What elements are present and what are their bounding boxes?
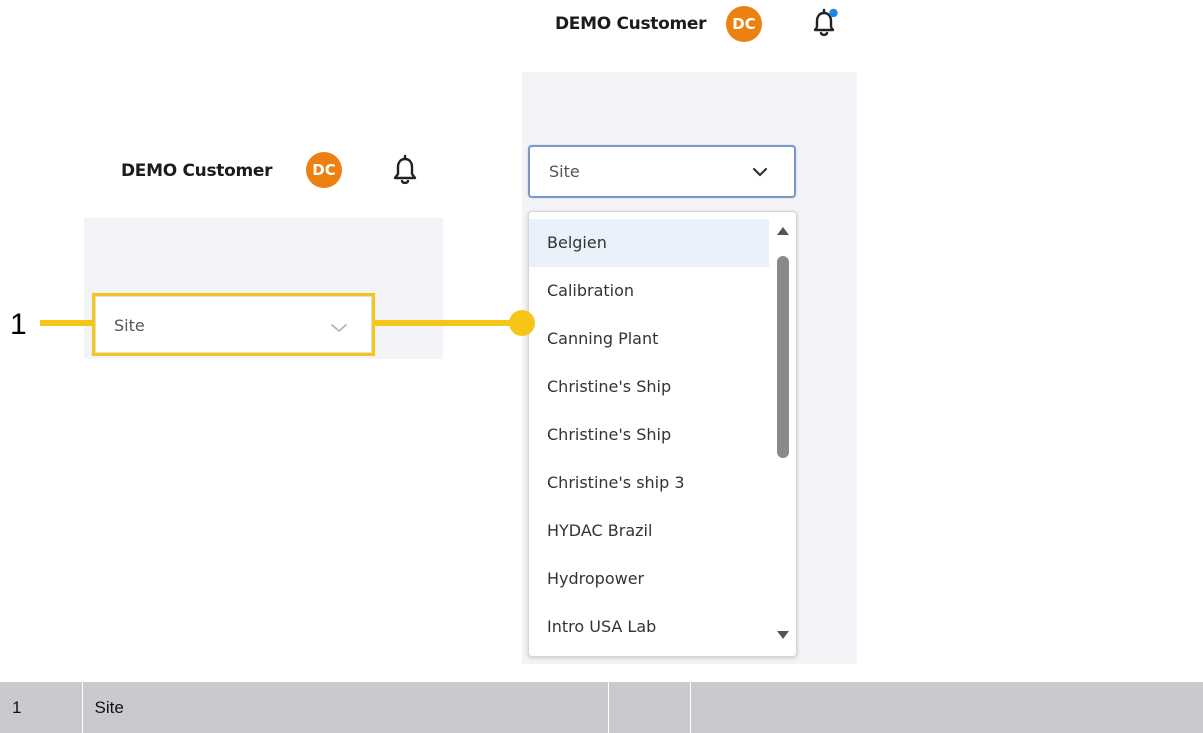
chevron-down-icon: [331, 324, 347, 332]
avatar[interactable]: DC: [726, 6, 762, 42]
callout-dot: [509, 310, 535, 336]
legend-cell: [608, 682, 691, 733]
dropdown-option[interactable]: Christine's Ship: [529, 411, 769, 459]
bell-icon: [393, 154, 417, 185]
legend-number: 1: [0, 682, 83, 733]
site-select-label: Site: [114, 316, 145, 335]
dropdown-option[interactable]: Belgien: [529, 219, 769, 267]
site-select-label: Site: [549, 162, 580, 181]
scrollbar[interactable]: [770, 212, 796, 656]
scrollbar-thumb[interactable]: [777, 256, 789, 458]
dropdown-option[interactable]: Hydropower: [529, 555, 769, 603]
notification-dot: [829, 8, 838, 18]
avatar[interactable]: DC: [306, 152, 342, 188]
callout-number: 1: [10, 308, 27, 341]
notification-button[interactable]: [809, 6, 839, 42]
dropdown-option[interactable]: Calibration: [529, 267, 769, 315]
dropdown-option[interactable]: Christine's Ship: [529, 363, 769, 411]
user-name: DEMO Customer: [555, 14, 707, 34]
legend-row: 1 Site: [0, 682, 1203, 733]
legend-label: Site: [82, 682, 609, 733]
site-select[interactable]: Site: [92, 293, 375, 356]
triangle-up-icon[interactable]: [776, 226, 790, 236]
dropdown-option[interactable]: Christine's ship 3: [529, 459, 769, 507]
notification-button[interactable]: [390, 150, 420, 188]
legend-table: 1 Site: [0, 682, 1203, 733]
bell-icon: [813, 8, 838, 37]
site-select-expanded[interactable]: Site: [528, 145, 796, 198]
dropdown-option[interactable]: Canning Plant: [529, 315, 769, 363]
site-dropdown-list[interactable]: Belgien Calibration Canning Plant Christ…: [528, 211, 797, 657]
triangle-down-icon[interactable]: [776, 630, 790, 640]
callout-line-right: [375, 320, 525, 326]
user-name: DEMO Customer: [121, 161, 273, 181]
dropdown-option[interactable]: HYDAC Brazil: [529, 507, 769, 555]
dropdown-option[interactable]: Intro USA Lab: [529, 603, 769, 651]
callout-line-left: [40, 320, 95, 326]
chevron-down-icon: [752, 167, 768, 177]
legend-cell: [690, 682, 1203, 733]
